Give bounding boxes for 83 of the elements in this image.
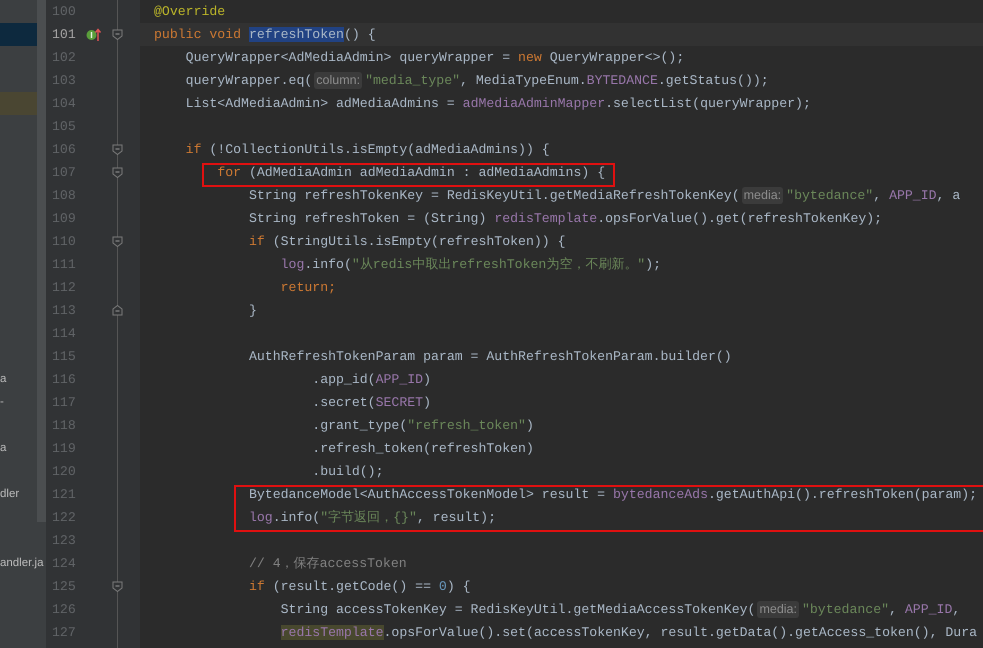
code-comment: // 4，保存accessToken	[248, 556, 407, 571]
tree-item-label[interactable]: andler.ja	[0, 554, 44, 572]
fold-icon[interactable]	[112, 581, 123, 592]
field-name: APP_ID	[904, 602, 952, 617]
fold-icon[interactable]	[112, 144, 123, 155]
code-text: .app_id(	[312, 372, 376, 387]
line-number: 101	[52, 26, 76, 44]
fold-icon[interactable]	[112, 29, 123, 40]
code-text: ) {	[446, 579, 471, 594]
keyword: if	[248, 234, 265, 249]
code-text: .secret(	[312, 395, 376, 410]
code-text: );	[645, 257, 662, 272]
code-text: .getStatus());	[658, 73, 769, 88]
number-literal: 0	[438, 579, 447, 594]
code-text: .refresh_token(refreshToken)	[312, 441, 534, 456]
keyword: return;	[280, 280, 336, 295]
string-literal: "media_type"	[365, 73, 460, 88]
selected-text: refreshToken	[248, 27, 344, 42]
parameter-hint: media:	[742, 187, 784, 204]
tree-item-label[interactable]: a	[0, 370, 6, 388]
string-literal: "从redis中取出refreshToken为空，不刷新。"	[352, 257, 646, 272]
field-name: BYTEDANCE	[586, 73, 658, 88]
code-text: .selectList(queryWrapper);	[605, 96, 811, 111]
code-text: queryWrapper.eq(	[186, 73, 312, 88]
code-text: , result);	[416, 510, 496, 525]
code-text: String accessTokenKey = RedisKeyUtil.getMediaAccessTokenKey(	[280, 602, 756, 617]
code-text: ,	[952, 602, 960, 617]
field-name: bytedanceAds	[613, 487, 708, 502]
field-name: log	[280, 257, 304, 272]
keyword: if	[186, 142, 202, 157]
code-text: .grant_type(	[312, 418, 408, 433]
field-name: log	[248, 510, 273, 525]
code-text: List<AdMediaAdmin> adMediaAdmins =	[186, 96, 455, 111]
code-text: (StringUtils.isEmpty(refreshToken)) {	[272, 234, 566, 249]
code-text: .opsForValue().get(refreshTokenKey);	[597, 211, 882, 226]
annotation: @Override	[154, 4, 226, 19]
fold-icon[interactable]	[112, 236, 123, 247]
fold-icon[interactable]	[112, 305, 123, 316]
string-literal: "bytedance"	[802, 602, 890, 617]
code-text: String refreshToken = (String)	[248, 211, 486, 226]
code-text: , MediaTypeEnum.	[460, 73, 587, 88]
string-literal: "字节返回，{}"	[320, 510, 417, 525]
keyword: new	[518, 50, 542, 65]
field-name: adMediaAdminMapper	[462, 96, 606, 111]
code-text: .build();	[312, 464, 384, 479]
code-text: )	[423, 372, 431, 387]
code-text: .info(	[272, 510, 320, 525]
parameter-hint: media:	[757, 601, 799, 618]
code-text: QueryWrapper<>();	[550, 50, 684, 65]
code-text: ,	[889, 602, 897, 617]
keyword: if	[248, 579, 265, 594]
fold-icon[interactable]	[112, 167, 123, 178]
keyword: for	[217, 165, 242, 180]
code-text: .info(	[304, 257, 352, 272]
code-text: )	[526, 418, 534, 433]
code-text: )	[423, 395, 431, 410]
code-text: AuthRefreshTokenParam param = AuthRefreshTokenParam.builder()	[248, 349, 732, 364]
code-text: .opsForValue().set(accessTokenKey, result.getData().getAccess_token(), Dura	[384, 625, 978, 640]
code-text: , a	[936, 188, 960, 203]
highlighted-field-name: redisTemplate	[280, 625, 384, 640]
field-name: SECRET	[376, 395, 424, 410]
tree-item-label[interactable]: dler	[0, 486, 20, 504]
code-text: (AdMediaAdmin adMediaAdmin : adMediaAdmins) {	[248, 165, 606, 180]
string-literal: "refresh_token"	[407, 418, 526, 433]
code-text: (!CollectionUtils.isEmpty(adMediaAdmins)) {	[209, 142, 550, 157]
keyword: public void	[154, 27, 242, 42]
field-name: redisTemplate	[494, 211, 598, 226]
code-text: BytedanceModel<AuthAccessTokenModel> result =	[248, 487, 606, 502]
code-text: .getAuthApi().refreshToken(param);	[708, 487, 978, 502]
field-name: APP_ID	[889, 188, 937, 203]
code-text: () {	[344, 27, 376, 42]
parameter-hint: column:	[314, 72, 362, 89]
override-marker-icon[interactable]	[86, 27, 102, 42]
scrollbar[interactable]	[37, 0, 46, 522]
code-text: ,	[873, 188, 882, 203]
code-text: }	[248, 303, 257, 318]
tree-item-label[interactable]: a	[0, 440, 6, 458]
code-text: String refreshTokenKey = RedisKeyUtil.getMediaRefreshTokenKey(	[248, 188, 740, 203]
string-literal: "bytedance"	[786, 188, 874, 203]
field-name: APP_ID	[376, 372, 424, 387]
code-text: QueryWrapper<AdMediaAdmin> queryWrapper =	[186, 50, 510, 65]
code-text: (result.getCode() ==	[272, 579, 431, 594]
tree-item-label[interactable]: -	[0, 394, 4, 412]
